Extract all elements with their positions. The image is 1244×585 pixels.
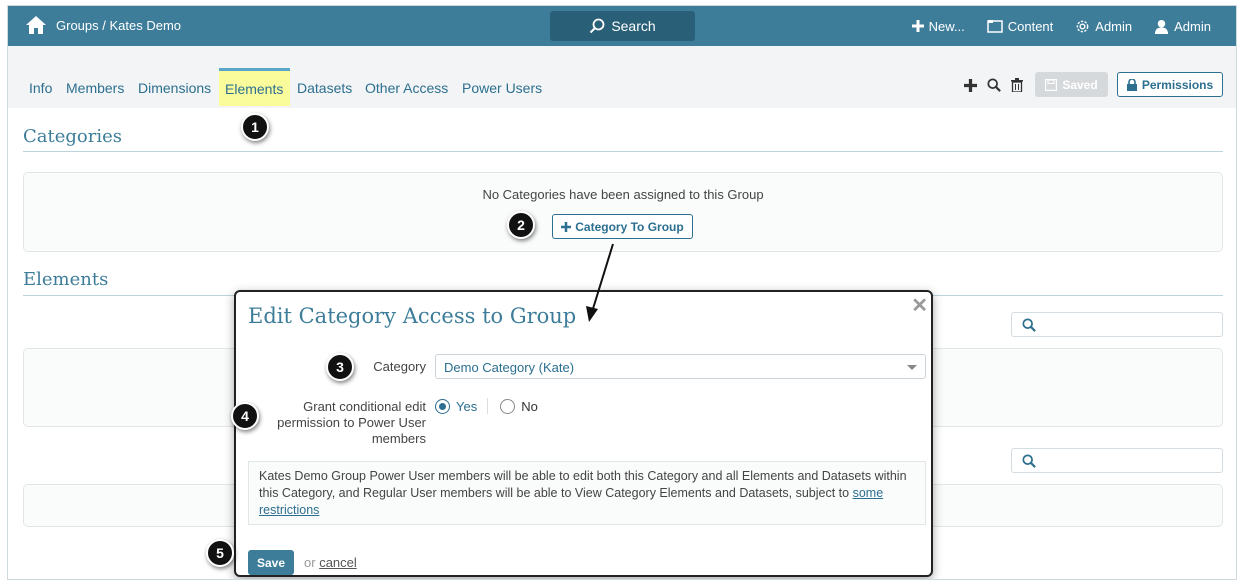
elements-heading: Elements <box>23 269 109 290</box>
grant-permission-radio-group: Yes No <box>435 398 538 414</box>
content-label: Content <box>1007 18 1054 34</box>
search-icon[interactable] <box>987 78 1001 92</box>
user-icon <box>1155 19 1169 34</box>
tab-info[interactable]: Info <box>29 80 52 96</box>
saved-button[interactable]: Saved <box>1035 72 1108 97</box>
folder-icon <box>986 20 1003 33</box>
cancel-link[interactable]: cancel <box>319 555 357 570</box>
or-cancel: or cancel <box>304 555 357 570</box>
admin-settings-label: Admin <box>1095 18 1133 34</box>
new-label: New... <box>928 18 965 34</box>
top-navbar: Groups / Kates Demo Search New... Conten… <box>8 6 1236 46</box>
plus-icon <box>561 221 572 232</box>
callout-badge: 5 <box>206 539 234 567</box>
category-select[interactable]: Demo Category (Kate) <box>435 354 926 379</box>
plus-icon <box>911 20 924 32</box>
grant-label-line: members <box>371 431 426 446</box>
or-text: or <box>304 555 316 570</box>
user-label: Admin <box>1174 18 1211 34</box>
tab-members[interactable]: Members <box>66 80 124 96</box>
breadcrumb[interactable]: Groups / Kates Demo <box>56 18 181 33</box>
edit-category-access-modal: Edit Category Access to Group ✕ Category… <box>234 290 933 577</box>
close-icon[interactable]: ✕ <box>911 293 928 318</box>
grant-label-line: Grant conditional edit <box>303 399 426 414</box>
search-icon <box>590 18 605 34</box>
content-menu[interactable]: Content <box>986 18 1054 34</box>
callout-badge: 4 <box>231 402 259 430</box>
tab-other-access[interactable]: Other Access <box>365 80 448 96</box>
add-icon[interactable] <box>964 78 977 92</box>
search-label: Search <box>611 18 656 34</box>
categories-panel: No Categories have been assigned to this… <box>23 172 1223 252</box>
tab-dimensions[interactable]: Dimensions <box>138 80 211 96</box>
categories-empty-text: No Categories have been assigned to this… <box>482 187 764 202</box>
saved-label: Saved <box>1062 77 1098 92</box>
datasets-search-input[interactable] <box>1011 448 1223 473</box>
save-disk-icon <box>1045 78 1058 91</box>
trash-icon[interactable] <box>1011 78 1023 92</box>
tab-power-users[interactable]: Power Users <box>462 80 542 96</box>
categories-heading: Categories <box>23 126 122 147</box>
radio-no[interactable] <box>500 398 516 414</box>
permissions-button[interactable]: Permissions <box>1117 72 1223 97</box>
grant-label-line: permission to Power User <box>277 415 426 430</box>
grant-permission-label: Grant conditional edit permission to Pow… <box>256 399 426 447</box>
tab-datasets[interactable]: Datasets <box>297 80 352 96</box>
tab-elements-label: Elements <box>225 81 284 97</box>
admin-settings-menu[interactable]: Admin <box>1075 19 1132 34</box>
modal-title: Edit Category Access to Group <box>248 304 577 328</box>
user-menu[interactable]: Admin <box>1154 19 1211 34</box>
app-window: Groups / Kates Demo Search New... Conten… <box>7 5 1237 580</box>
permissions-label: Permissions <box>1141 77 1214 92</box>
tab-elements[interactable]: Elements <box>219 68 290 106</box>
toolbar-icons <box>964 78 1023 92</box>
search-icon <box>1022 454 1036 468</box>
radio-yes-label[interactable]: Yes <box>456 399 477 414</box>
save-button[interactable]: Save <box>248 550 294 575</box>
divider <box>487 398 489 414</box>
home-icon[interactable] <box>25 15 47 35</box>
lock-icon <box>1126 78 1137 91</box>
chevron-down-icon <box>907 365 917 370</box>
radio-yes[interactable] <box>435 398 450 414</box>
radio-no-label[interactable]: No <box>521 399 538 414</box>
category-label: Category <box>373 359 426 374</box>
global-search-button[interactable]: Search <box>550 11 695 41</box>
search-icon <box>1022 318 1036 332</box>
access-note-text: Kates Demo Group Power User members will… <box>259 469 907 500</box>
access-note: Kates Demo Group Power User members will… <box>248 461 926 525</box>
callout-badge: 1 <box>241 113 269 141</box>
add-category-to-group-button[interactable]: Category To Group <box>552 214 693 239</box>
elements-search-input[interactable] <box>1011 312 1223 337</box>
new-menu[interactable]: New... <box>911 18 965 34</box>
category-select-value: Demo Category (Kate) <box>444 360 575 375</box>
callout-badge: 2 <box>507 211 535 239</box>
divider <box>23 151 1223 152</box>
callout-badge: 3 <box>326 353 354 381</box>
gear-icon <box>1076 20 1089 32</box>
add-category-label: Category To Group <box>575 219 684 234</box>
